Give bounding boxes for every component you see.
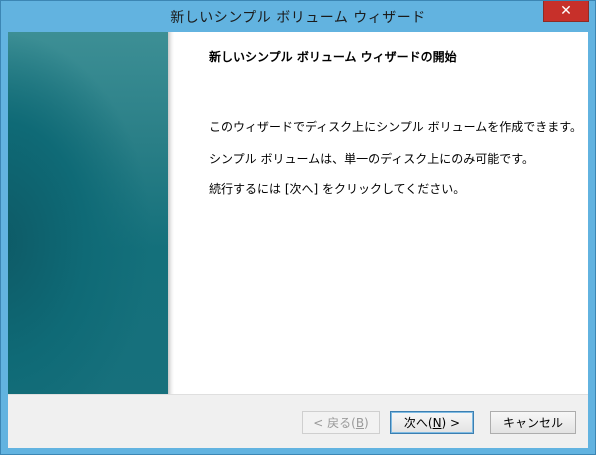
next-button-mnemonic: N bbox=[432, 415, 442, 430]
page-title: 新しいシンプル ボリューム ウィザードの開始 bbox=[209, 50, 457, 64]
back-button-suffix: ) bbox=[364, 415, 369, 430]
wizard-window: 新しいシンプル ボリューム ウィザード ✕ 新しいシンプル ボリューム ウィザー… bbox=[0, 0, 596, 455]
description-line-1: このウィザードでディスク上にシンプル ボリュームを作成できます。 bbox=[209, 120, 583, 134]
title-bar[interactable]: 新しいシンプル ボリューム ウィザード ✕ bbox=[1, 1, 595, 32]
close-icon: ✕ bbox=[560, 3, 572, 19]
close-button[interactable]: ✕ bbox=[543, 1, 589, 22]
back-button[interactable]: < 戻る(B) bbox=[302, 411, 380, 434]
cancel-button[interactable]: キャンセル bbox=[490, 411, 576, 434]
window-title: 新しいシンプル ボリューム ウィザード bbox=[170, 10, 426, 26]
cancel-button-label: キャンセル bbox=[502, 416, 563, 430]
banner-divider bbox=[168, 32, 174, 394]
description-line-2: シンプル ボリュームは、単一のディスク上にのみ可能です。 bbox=[209, 152, 535, 166]
back-button-label: < 戻る( bbox=[313, 416, 356, 430]
next-button-label: 次へ( bbox=[403, 416, 433, 430]
button-bar: < 戻る(B) 次へ(N) > キャンセル bbox=[8, 394, 588, 448]
next-button[interactable]: 次へ(N) > bbox=[390, 411, 474, 434]
wizard-banner-image bbox=[8, 32, 168, 394]
back-button-mnemonic: B bbox=[355, 415, 365, 430]
description-line-3: 続行するには [次へ] をクリックしてください。 bbox=[209, 182, 466, 196]
wizard-client-area: 新しいシンプル ボリューム ウィザードの開始 このウィザードでディスク上にシンプ… bbox=[8, 32, 588, 448]
next-button-suffix: ) > bbox=[441, 415, 461, 430]
